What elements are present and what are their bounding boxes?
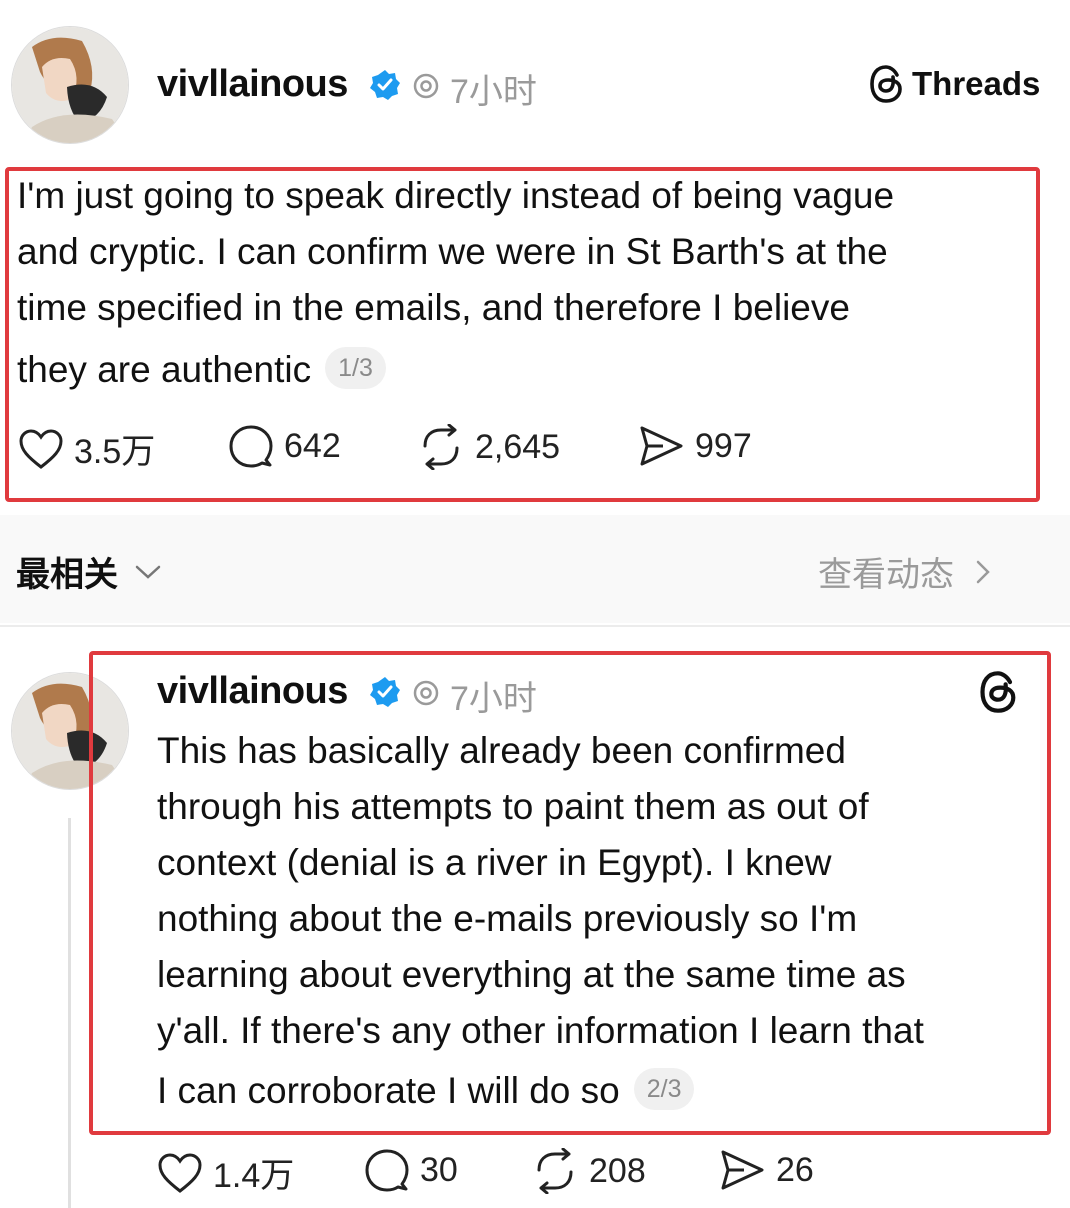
reply-icon xyxy=(229,425,273,468)
chevron-down-icon xyxy=(135,565,161,579)
like-button[interactable]: 3.5万 xyxy=(18,424,155,473)
reply-icon xyxy=(365,1149,409,1192)
reply-button[interactable]: 642 xyxy=(228,424,341,468)
reply-button[interactable]: 30 xyxy=(364,1148,458,1192)
post-time: 7小时 xyxy=(450,73,537,111)
post-body: This has basically already been confirme… xyxy=(157,723,1042,1123)
sort-dropdown[interactable]: 最相关 xyxy=(16,547,162,596)
heart-icon xyxy=(158,1152,202,1193)
thread-line xyxy=(68,818,71,1208)
share-icon xyxy=(721,1150,764,1190)
view-activity-label: 查看动态 xyxy=(818,556,954,594)
threads-label: Threads xyxy=(912,65,1041,102)
post-line: nothing about the e-mails previously so … xyxy=(157,898,858,939)
repost-icon xyxy=(423,424,459,470)
post-line: This has basically already been confirme… xyxy=(157,730,846,771)
like-count: 3.5万 xyxy=(74,433,156,471)
post-line: y'all. If there's any other information … xyxy=(157,1010,924,1051)
verified-badge-icon xyxy=(370,70,400,100)
reply-count: 642 xyxy=(284,426,341,465)
page-indicator: 2/3 xyxy=(633,1068,695,1111)
repost-button[interactable]: 208 xyxy=(531,1148,646,1194)
post-line: time specified in the emails, and theref… xyxy=(17,287,850,328)
repost-count: 2,645 xyxy=(475,427,561,466)
post-line: I can corroborate I will do so xyxy=(157,1070,620,1111)
share-count: 26 xyxy=(776,1150,814,1189)
repost-button[interactable]: 2,645 xyxy=(417,424,560,470)
repost-count: 208 xyxy=(589,1151,646,1190)
threads-small-icon xyxy=(413,73,439,99)
like-button[interactable]: 1.4万 xyxy=(157,1148,294,1197)
like-count: 1.4万 xyxy=(213,1157,295,1195)
post-line: context (denial is a river in Egypt). I … xyxy=(157,842,832,883)
post-line: they are authentic xyxy=(17,349,312,390)
post-line: through his attempts to paint them as ou… xyxy=(157,786,869,827)
repost-icon xyxy=(537,1148,573,1194)
page-indicator: 1/3 xyxy=(325,347,386,390)
share-count: 997 xyxy=(695,426,752,465)
avatar-photo xyxy=(12,27,128,143)
share-icon xyxy=(640,426,683,466)
share-button[interactable]: 997 xyxy=(637,424,752,468)
threads-logo-icon xyxy=(870,65,902,103)
chevron-right-icon xyxy=(976,560,990,583)
post-body: I'm just going to speak directly instead… xyxy=(17,168,1027,404)
post-line: and cryptic. I can confirm we were in St… xyxy=(17,231,888,272)
avatar[interactable] xyxy=(11,26,129,144)
divider xyxy=(0,625,1070,627)
share-button[interactable]: 26 xyxy=(718,1148,814,1192)
post-line: learning about everything at the same ti… xyxy=(157,954,906,995)
reply-count: 30 xyxy=(420,1150,458,1189)
threads-brand[interactable]: Threads xyxy=(868,64,1040,104)
post-line: I'm just going to speak directly instead… xyxy=(17,175,895,216)
sort-label: 最相关 xyxy=(16,556,118,594)
username[interactable]: vivllainous xyxy=(157,63,348,106)
heart-icon xyxy=(19,428,63,469)
view-activity-link[interactable]: 查看动态 xyxy=(818,547,992,596)
